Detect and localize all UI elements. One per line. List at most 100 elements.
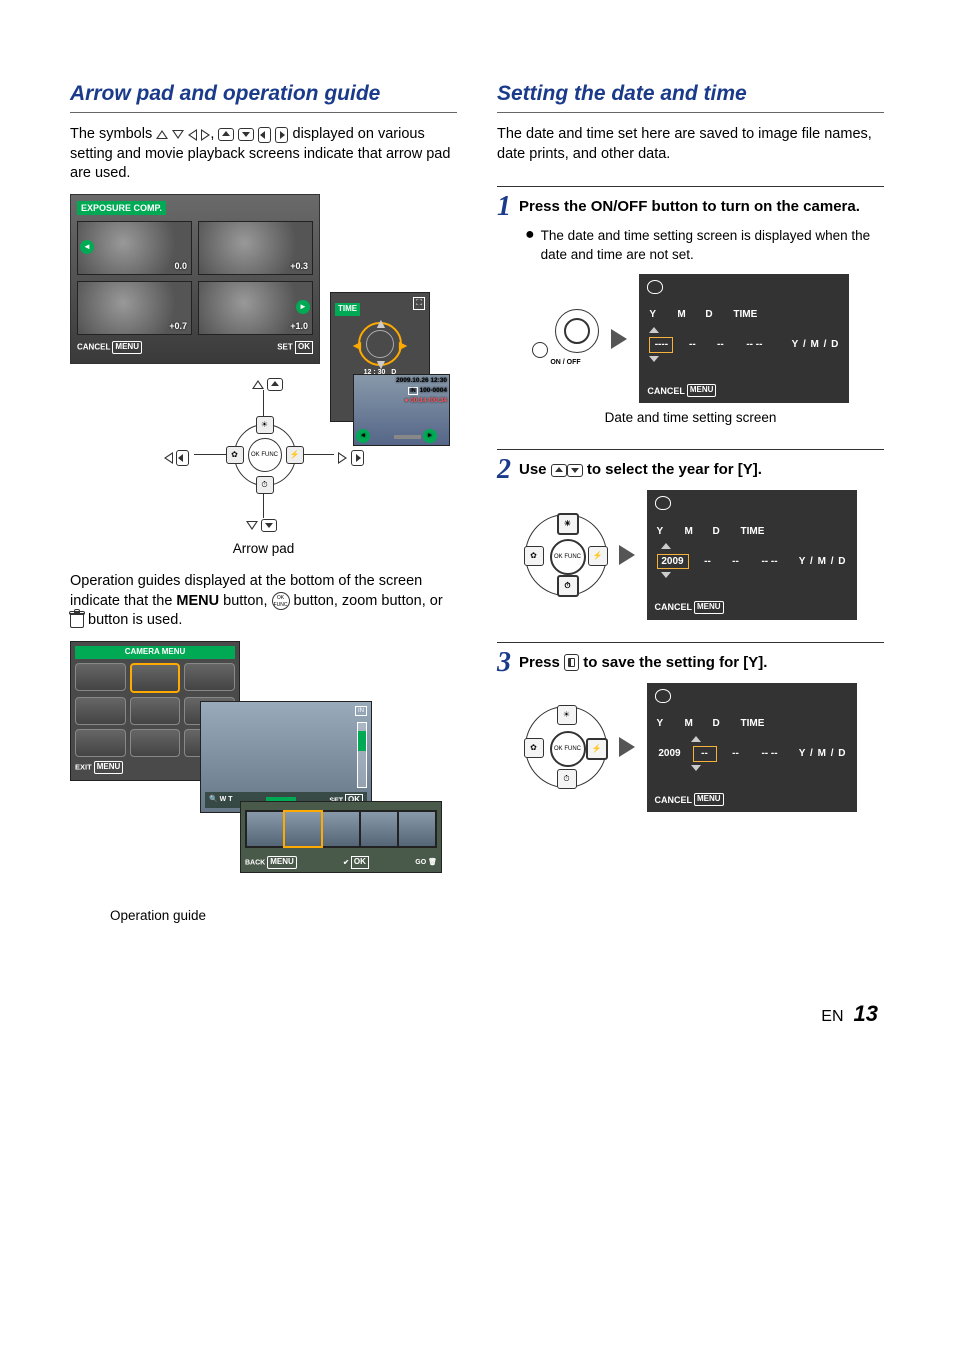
nav-right-icon: ► (296, 300, 310, 314)
mini-arrow-pad: OK FUNC ☀ ⏱ ✿ ⚡ (525, 514, 607, 596)
screen-cancel: CANCEL MENU (647, 384, 841, 397)
strip-thumb (361, 812, 397, 846)
pad-up-button: ☀ (557, 513, 579, 535)
boxed-down-icon (261, 519, 277, 532)
playback-date: 2009.10.26 12:30 (396, 377, 447, 386)
boxed-up-icon (218, 128, 234, 141)
playback-thumb-screen: IN 🔍 W T SET OK (200, 701, 372, 813)
clock-icon (647, 280, 663, 294)
camera-menu-exit: EXIT MENU (75, 761, 123, 774)
pad-down-button: ⏱ (557, 575, 579, 597)
boxed-up-icon (551, 464, 567, 477)
step-1-visual: ON / OFF Y M D TIME ---- -- -- (497, 274, 884, 403)
menu-cell (184, 663, 235, 691)
clock-icon (655, 496, 671, 510)
year-field: ---- (649, 337, 673, 353)
triangle-left-icon (164, 452, 173, 464)
progress-bar (394, 435, 421, 439)
strip-thumb (247, 812, 283, 846)
triangle-left-icon (188, 129, 197, 141)
month-field: -- (683, 338, 701, 352)
col-time: TIME (741, 525, 765, 539)
step-1-note: ● The date and time setting screen is di… (525, 227, 884, 263)
next-icon: ► (423, 429, 437, 443)
menu-icon: MENU (267, 856, 297, 869)
zoom-wt: 🔍 W T (209, 795, 233, 804)
menu-cell (75, 663, 126, 691)
menu-cell (75, 729, 126, 757)
boxed-right-icon (351, 450, 364, 466)
step-3: 3 Press to save the setting for [Y]. (497, 642, 884, 677)
mode-dial-icon (555, 309, 599, 353)
exposure-cell: +0.3 (198, 221, 313, 275)
nav-right-icon: ► (396, 336, 410, 355)
triangle-down-icon (172, 130, 184, 139)
ok-icon: OK (295, 341, 313, 354)
triangle-right-icon (338, 452, 347, 464)
time-field: -- -- (755, 747, 785, 761)
step-1-text: Press the ON/OFF button to turn on the c… (519, 193, 860, 217)
op-guide-text: Operation guides displayed at the bottom… (70, 572, 457, 631)
menu-icon: MENU (94, 761, 124, 774)
step-number: 1 (497, 193, 511, 221)
playback-file: IN 100-0004 (408, 387, 447, 396)
col-d: D (713, 525, 731, 539)
exposure-cell: ► +1.0 (198, 281, 313, 335)
dial-ring-icon: ◄ ► ▲ ▼ (358, 322, 402, 366)
right-key-icon (564, 654, 579, 671)
screen-cancel: CANCEL MENU (655, 793, 849, 806)
menu-icon: MENU (694, 601, 724, 614)
screen-1-caption: Date and time setting screen (497, 409, 884, 427)
time-field: -- -- (739, 338, 769, 352)
playback-clip: ● 00:14 /00:34 (404, 397, 447, 406)
pad-center-button: OK FUNC (248, 438, 282, 472)
col-time: TIME (733, 308, 757, 322)
boxed-right-icon (275, 127, 288, 143)
menu-cell-selected (130, 663, 181, 693)
menu-icon: MENU (694, 793, 724, 806)
date-format: Y / M / D (799, 747, 847, 761)
col-d: D (705, 308, 723, 322)
nav-left-icon: ◄ (350, 336, 364, 355)
trash-icon (70, 613, 84, 628)
boxed-up-icon (267, 378, 283, 391)
triangle-up-icon (156, 130, 168, 139)
col-time: TIME (741, 717, 765, 731)
pad-right-button: ⚡ (286, 446, 304, 464)
year-field: 2009 (657, 554, 689, 570)
date-format: Y / M / D (792, 338, 840, 352)
camera-menu-title: CAMERA MENU (75, 646, 235, 659)
step-2-visual: OK FUNC ☀ ⏱ ✿ ⚡ Y M D TIME (497, 490, 884, 619)
arrow-right-icon (611, 329, 627, 349)
exposure-set: SET OK (277, 341, 313, 354)
nav-down-icon (691, 765, 701, 771)
nav-up-icon (649, 327, 659, 333)
menu-icon: MENU (687, 384, 717, 397)
scroll-track (357, 722, 367, 788)
exposure-figure-group: EXPOSURE COMP. ◄ 0.0 +0.3 +0.7 (70, 194, 410, 364)
in-badge: IN (355, 706, 367, 716)
nav-up-icon (661, 543, 671, 549)
page-footer: EN 13 (70, 999, 884, 1029)
boxed-down-icon (238, 128, 254, 141)
power-button-icon (532, 342, 548, 358)
boxed-down-icon (567, 464, 583, 477)
right-intro: The date and time set here are saved to … (497, 125, 884, 164)
col-y: Y (649, 308, 667, 322)
menu-cell (130, 729, 181, 757)
scroll-thumb (358, 731, 366, 751)
mini-arrow-pad: OK FUNC ☀ ⏱ ✿ ⚡ (525, 706, 607, 788)
datetime-screen-year-select: Y M D TIME 2009 -- -- -- -- Y / M / D C (647, 490, 857, 619)
ok-func-icon: OKFUNC (272, 592, 290, 610)
pad-left-button: ✿ (226, 446, 244, 464)
col-m: M (677, 308, 695, 322)
menu-word: MENU (176, 593, 219, 609)
left-intro-pre: The symbols (70, 126, 156, 142)
exposure-cancel: CANCEL MENU (77, 341, 142, 354)
pad-left-button: ✿ (524, 546, 544, 566)
strip-thumb-selected (285, 812, 321, 846)
onoff-small-label: ON / OFF (532, 358, 600, 367)
pad-center-button: OK FUNC (550, 731, 586, 767)
triangle-up-icon (252, 380, 264, 389)
pad-up-button: ☀ (256, 416, 274, 434)
